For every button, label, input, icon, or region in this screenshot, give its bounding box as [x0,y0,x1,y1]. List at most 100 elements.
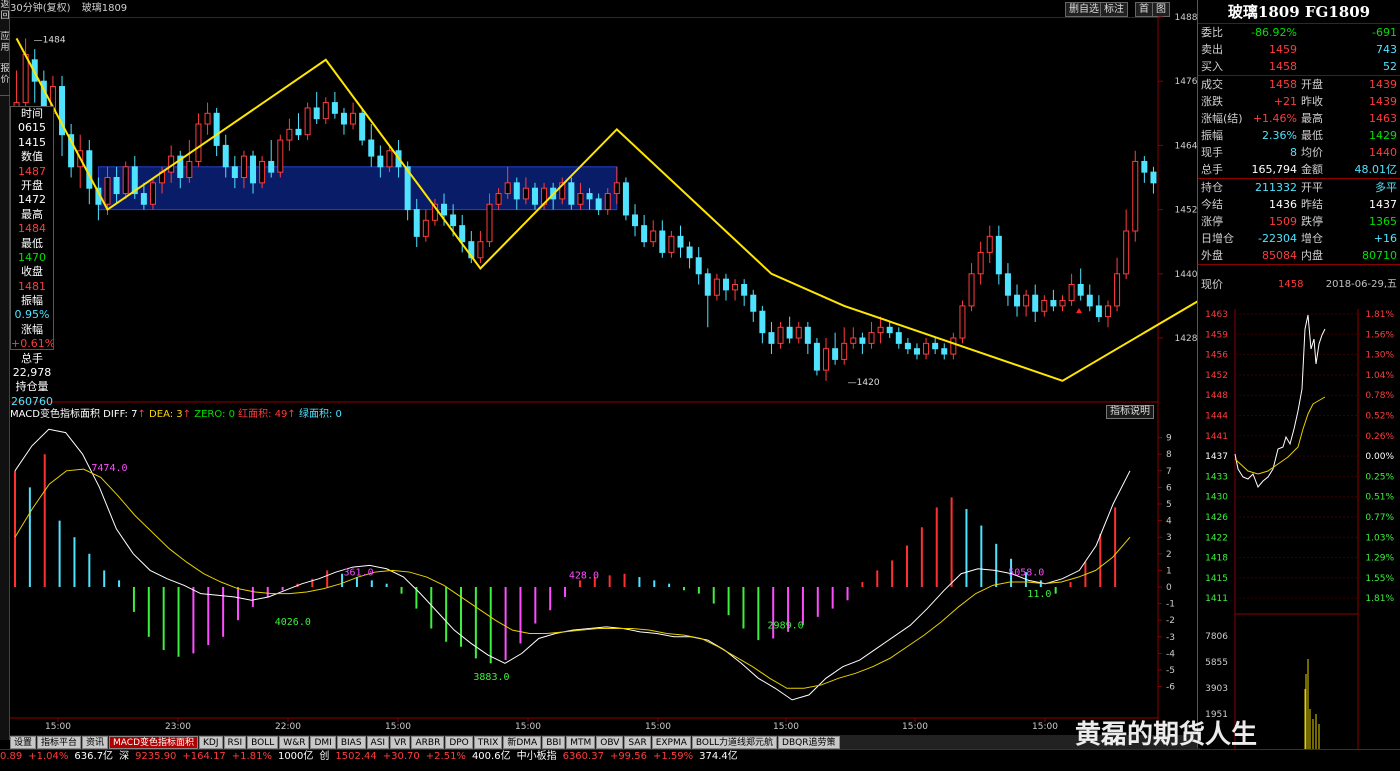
intraday-chart[interactable]: 1463 1.81% 1459 1.56% 1456 1.30% 1452 1.04% 1448… [1198,309,1400,749]
tab-5[interactable]: RSI [223,736,247,749]
candle [877,326,884,334]
tab-17[interactable]: MTM [566,736,596,749]
label2: 昨结 [1301,198,1323,211]
candle [913,348,920,355]
candle [1150,171,1157,184]
candle [277,139,284,173]
value2: 1365 [1369,215,1397,228]
value2: 80710 [1362,249,1397,262]
info-item-19: 持仓量 [15,380,49,394]
candle [386,150,393,168]
candle [1023,294,1030,307]
candle [959,305,966,339]
value: 8 [1290,146,1297,159]
macd-ytick-7: 2 [1166,550,1172,560]
tab-8[interactable]: DMI [310,736,336,749]
candle [568,182,575,205]
candle [1041,300,1048,312]
tab-20[interactable]: EXPMA [651,736,691,749]
tab-1[interactable]: 指标平台 [37,736,82,749]
value2: -691 [1372,26,1397,39]
candle [777,326,784,344]
tab-12[interactable]: ARBR [411,736,445,749]
candle [377,155,384,168]
tab-10[interactable]: ASI [366,736,390,749]
tab-13[interactable]: DPO [445,736,473,749]
xtick-label-4: 15:00 [515,722,541,732]
order-row-1: 卖出 1459 743 [1198,41,1400,58]
label2: 跌停 [1301,215,1323,228]
candle [577,193,584,205]
order-row-2: 买入 1458 52 [1198,58,1400,75]
area-label-4: 428.0 [569,571,599,582]
candle [268,160,275,173]
candle [668,235,675,253]
tab-4[interactable]: KDJ [199,736,223,749]
info-item-3: 数值 [21,150,43,164]
macd-diff: DIFF: 7 [103,409,138,420]
tab-0[interactable]: 设置 [10,736,37,749]
candle [250,155,257,184]
area-label-0: 7474.0 [91,463,127,474]
tab-15[interactable]: 新DMA [503,736,542,749]
label: 持仓 [1201,181,1223,194]
mini-right-0: 1.81% [1365,310,1394,320]
candle [732,284,739,291]
candle [768,332,775,344]
mini-left-14: 1411 [1205,594,1228,604]
mini-right-5: 0.52% [1365,412,1394,422]
candle [759,310,766,334]
info-item-13: 振幅 [21,294,43,308]
candle [331,102,338,114]
trade-row-1: 涨跌 +21 昨收 1439 [1198,93,1400,110]
macd-ytick-2: 7 [1166,467,1172,477]
mini-left-0: 1463 [1205,310,1228,320]
mini-right-2: 1.30% [1365,351,1394,361]
tab-18[interactable]: OBV [596,736,624,749]
tab-2[interactable]: 资讯 [82,736,109,749]
label: 今结 [1201,198,1223,211]
candle [1114,273,1121,307]
mini-right-10: 0.77% [1365,513,1394,523]
label: 成交 [1201,78,1223,91]
tab-19[interactable]: SAR [624,736,651,749]
candle [422,219,429,237]
tab-11[interactable]: VR [390,736,411,749]
candle [832,348,839,360]
tab-9[interactable]: BIAS [336,736,366,749]
tab-3[interactable]: MACD变色指标面积 [109,736,199,749]
index-status-bar: 0.89 +1.04% 636.7亿深 9235.90 +164.17 +1.81% 100… [0,749,1400,763]
area-label-7: 11.0 [1027,589,1051,600]
status-item-4: 9235.90 [135,751,177,762]
candle [586,193,593,200]
value: 85084 [1262,249,1297,262]
macd-ytick-3: 6 [1166,483,1172,493]
tab-7[interactable]: W&R [279,736,310,749]
candle [340,112,347,125]
info-item-14: 0.95% [14,308,50,322]
candle [977,251,984,275]
candle [495,193,502,205]
candle [513,182,520,200]
candle [22,53,29,104]
macd-ytick-10: -1 [1166,600,1175,610]
tab-16[interactable]: BBI [542,736,566,749]
indicator-help-button[interactable]: 指标说明 [1106,405,1154,419]
value2: 1439 [1369,95,1397,108]
candle [604,193,611,211]
candle [304,107,311,136]
tab-14[interactable]: TRIX [473,736,503,749]
kline-chart[interactable]: 148814761464145214401428—1484—142015:00 2… [0,0,1200,740]
candle [641,225,648,243]
position-row-2: 涨停 1509 跌停 1365 [1198,213,1400,230]
tab-6[interactable]: BOLL [247,736,279,749]
watermark: 黄磊的期货人生 [1075,720,1258,750]
candle [459,225,466,243]
candle [632,214,639,227]
candle [968,273,975,307]
tab-21[interactable]: BOLL力道线郑元航 [691,736,778,749]
candle [186,160,193,178]
tab-22[interactable]: DBQR追劳策 [778,736,840,749]
label: 振幅 [1201,129,1223,142]
order-row-0: 委比 -86.92% -691 [1198,24,1400,41]
